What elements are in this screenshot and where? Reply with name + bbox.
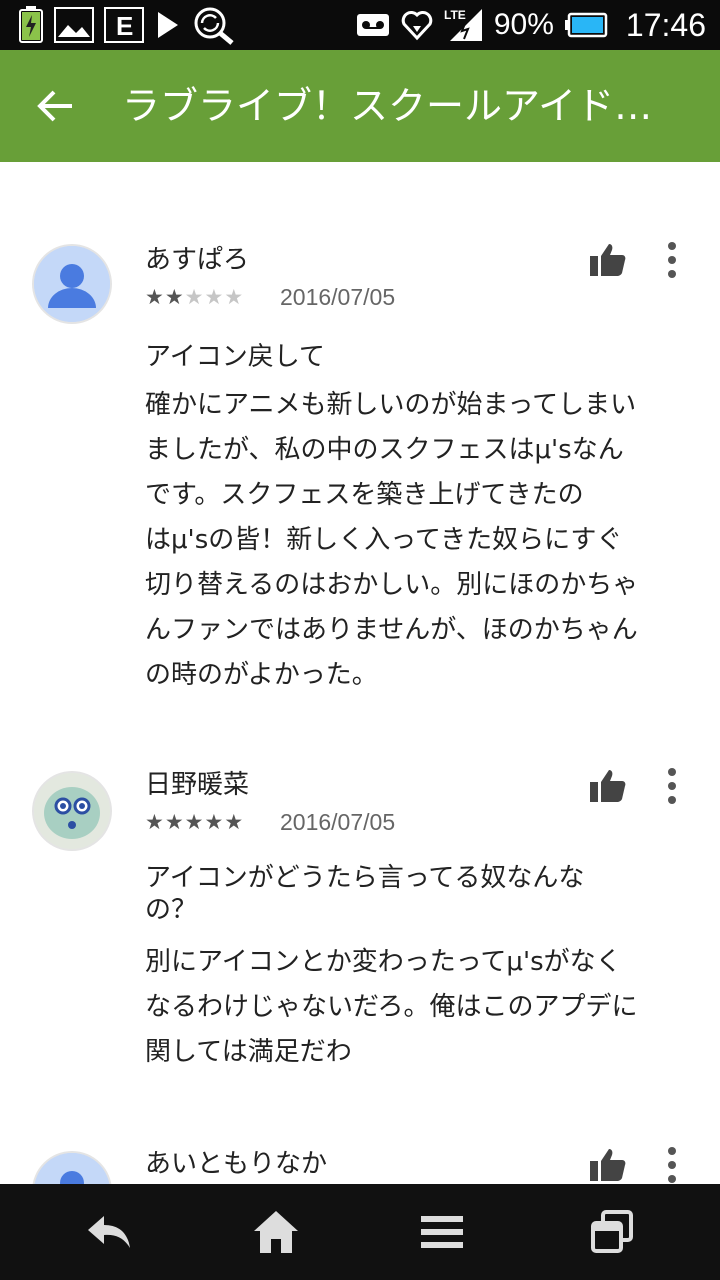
system-status: LTE 90% 17:46: [356, 6, 706, 44]
review-body: 別にアイコンとか変わったってμ'sがなく なるわけじゃないだろ。俺はこのアプデに…: [145, 940, 685, 1075]
arrow-left-icon: [37, 90, 72, 122]
back-icon: [88, 1216, 130, 1248]
star-icon: ★: [204, 810, 225, 834]
review-title: アイコンがどうたら言ってる奴なんな の？: [145, 862, 685, 926]
thumbs-up-icon: [590, 244, 626, 276]
more-vert-icon: [668, 1147, 676, 1183]
review-line: 別にアイコンとか変わったってμ'sがなく: [145, 947, 622, 977]
more-options-button[interactable]: [660, 1145, 684, 1185]
navigation-bar: [0, 1184, 720, 1280]
more-options-button[interactable]: [660, 766, 684, 806]
review-line: の時のがよかった。: [145, 660, 378, 690]
star-icon: ★: [224, 810, 245, 834]
helpful-button[interactable]: [588, 1145, 628, 1185]
nav-menu-button[interactable]: [410, 1204, 474, 1260]
back-button[interactable]: [26, 80, 86, 132]
review-title-line: アイコンがどうたら言ってる奴なんな: [145, 863, 585, 893]
star-icon: ★: [145, 285, 165, 309]
sync-search-icon: [192, 5, 238, 45]
avatar: [34, 773, 110, 849]
notification-icons: E: [18, 5, 238, 45]
star-icon: ★: [224, 285, 245, 309]
star-rating: ★★★★★: [145, 282, 244, 312]
nav-back-button[interactable]: [77, 1204, 141, 1260]
battery-charging-icon: [18, 6, 44, 44]
review-line: んファンではありませんが、ほのかちゃん: [145, 615, 638, 645]
voicemail-icon: [356, 11, 390, 39]
star-icon: ★: [204, 285, 225, 309]
signal-icon: LTE: [444, 7, 484, 43]
thumbs-up-icon: [590, 1149, 626, 1181]
helpful-button[interactable]: [588, 766, 628, 806]
review-line: です。スクフェスを築き上げてきたの: [145, 480, 584, 510]
more-options-button[interactable]: [660, 240, 684, 280]
battery-percent: 90%: [493, 8, 554, 41]
helpful-button[interactable]: [588, 240, 628, 280]
review-date: 2016/07/05: [280, 809, 396, 835]
review-author: あすぱろ: [145, 245, 250, 275]
review-line: 関しては満足だわ: [145, 1037, 352, 1067]
nav-recent-apps-button[interactable]: [580, 1204, 644, 1260]
page-title: ラブライブ！スクールアイド…: [122, 84, 653, 128]
user-photo-icon: [34, 773, 110, 849]
review-author: あいともりなか: [145, 1149, 328, 1179]
star-icon: ★: [164, 810, 185, 834]
review-author: 日野暖菜: [145, 770, 250, 800]
star-icon: ★: [145, 810, 165, 834]
star-icon: ★: [184, 285, 205, 309]
battery-icon: [564, 12, 608, 38]
default-avatar-icon: [34, 246, 110, 322]
menu-icon: [421, 1216, 463, 1248]
review-date: 2016/07/05: [280, 284, 396, 310]
nav-home-button[interactable]: [244, 1204, 308, 1260]
star-icon: ★: [184, 810, 205, 834]
review-line: なるわけじゃないだろ。俺はこのアプデに: [145, 992, 638, 1022]
play-store-icon: [154, 9, 182, 41]
avatar: [34, 246, 110, 322]
more-vert-icon: [668, 768, 676, 804]
review-body: 確かにアニメも新しいのが始まってしまい ましたが、私の中のスクフェスはμ'sなん…: [145, 383, 685, 698]
recent-apps-icon: [591, 1210, 633, 1253]
svg-text:LTE: LTE: [444, 8, 466, 22]
heart-download-icon: [400, 8, 434, 42]
review-title-line: の？: [145, 895, 198, 925]
thumbs-up-icon: [590, 770, 626, 802]
star-icon: ★: [164, 285, 185, 309]
review-line: 確かにアニメも新しいのが始まってしまい: [145, 390, 637, 420]
star-rating: ★★★★★: [145, 807, 244, 837]
home-icon: [254, 1211, 298, 1253]
image-icon: [54, 7, 94, 43]
svg-text:E: E: [116, 11, 133, 41]
review-title: アイコン戻して: [145, 342, 325, 372]
app-bar: ラブライブ！スクールアイド…: [0, 50, 720, 162]
e-box-icon: E: [104, 7, 144, 43]
review-line: 切り替えるのはおかしい。別にほのかちゃ: [145, 570, 639, 600]
clock: 17:46: [625, 6, 706, 43]
review-line: ましたが、私の中のスクフェスはμ'sなん: [145, 435, 624, 465]
status-bar: E LTE 90% 17:46: [0, 0, 720, 50]
review-line: はμ'sの皆！新しく入ってきた奴らにすぐ: [145, 525, 623, 555]
more-vert-icon: [668, 242, 676, 278]
